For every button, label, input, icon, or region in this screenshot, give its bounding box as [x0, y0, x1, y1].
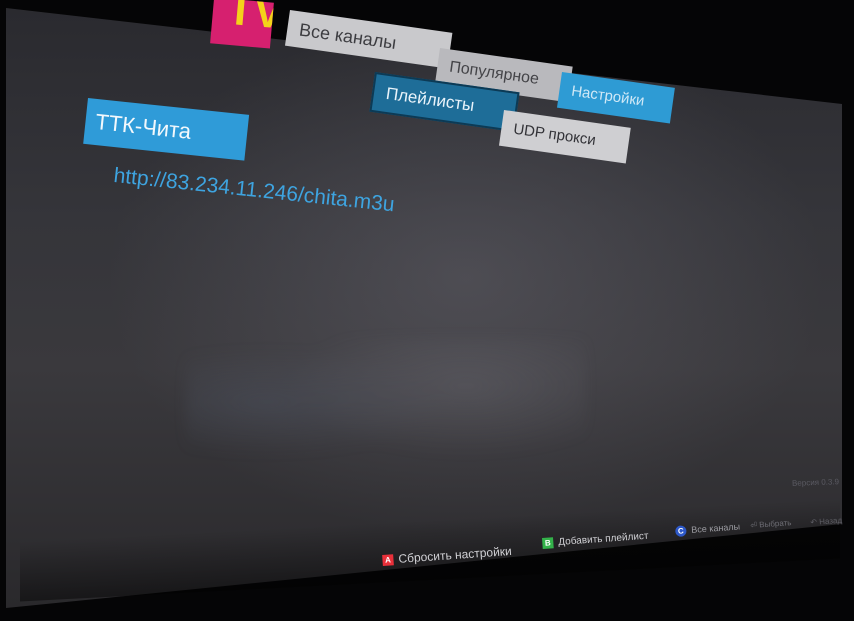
blue-key-icon: C	[675, 525, 687, 538]
app-logo: TV	[210, 0, 274, 49]
back-label: Назад	[818, 515, 843, 527]
red-key-icon: A	[382, 554, 394, 567]
app-logo-text: TV	[225, 0, 274, 39]
all-channels-label: Все каналы	[690, 521, 741, 535]
screen-reflection	[186, 338, 586, 498]
version-label: Версия 0.3.9	[791, 477, 840, 488]
green-key-icon: B	[542, 537, 554, 549]
